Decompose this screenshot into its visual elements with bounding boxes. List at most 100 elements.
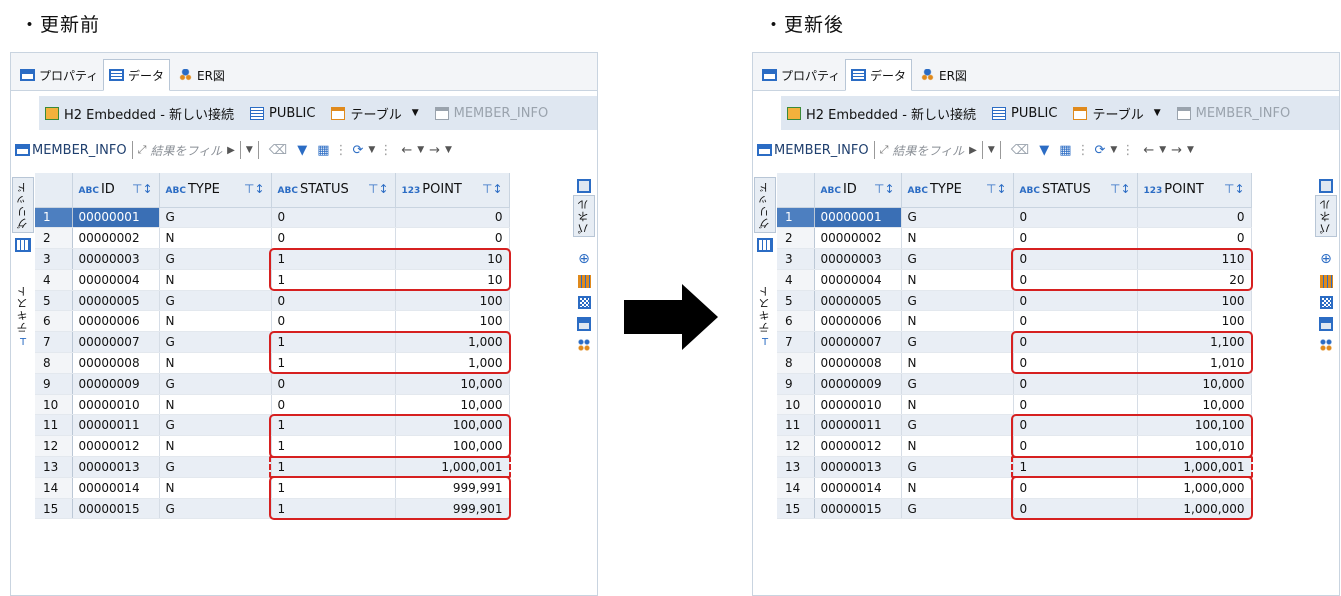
point-cell[interactable]: 100 [395, 310, 510, 333]
breadcrumb-schema[interactable]: PUBLIC [992, 106, 1057, 121]
column-filter-sort-icon[interactable]: ⊤↕ [986, 182, 1007, 196]
column-filter-sort-icon[interactable]: ⊤↕ [368, 182, 389, 196]
breadcrumb-tables[interactable]: テーブル ▼ [331, 104, 419, 123]
type-cell[interactable]: G [159, 373, 272, 395]
filter-history-dropdown-icon[interactable]: ▼ [246, 145, 253, 155]
breadcrumb-table[interactable]: MEMBER_INFO [434, 106, 548, 121]
id-cell[interactable]: 00000013 [72, 456, 160, 478]
references-icon[interactable] [578, 339, 590, 351]
type-cell[interactable]: N [159, 310, 272, 333]
type-cell[interactable]: N [901, 269, 1014, 291]
tab-er-diagram[interactable]: ER図 [915, 59, 972, 91]
column-header-id[interactable]: ABC ID ⊤↕ [72, 173, 160, 208]
type-cell[interactable]: N [901, 310, 1014, 333]
tab-er-diagram[interactable]: ER図 [173, 59, 230, 91]
status-cell[interactable]: 0 [271, 227, 396, 250]
filter-settings-icon[interactable]: ▦ [1059, 143, 1071, 158]
id-cell[interactable]: 00000006 [814, 310, 902, 333]
status-cell[interactable]: 0 [271, 310, 396, 333]
id-cell[interactable]: 00000001 [72, 207, 160, 229]
point-cell[interactable]: 0 [395, 227, 510, 250]
chevron-down-icon[interactable]: ▼ [1159, 145, 1166, 155]
type-cell[interactable]: N [901, 227, 1014, 250]
filter-input[interactable]: 結果をフィル [892, 142, 964, 159]
type-cell[interactable]: G [901, 414, 1014, 437]
tab-properties[interactable]: プロパティ [757, 59, 845, 91]
id-cell[interactable]: 00000010 [72, 394, 160, 416]
column-filter-sort-icon[interactable]: ⊤↕ [244, 182, 265, 196]
table-row[interactable]: 2 00000002 N 0 0 [777, 227, 1309, 250]
type-cell[interactable]: N [159, 435, 272, 458]
side-tab-text[interactable]: テキスト T [753, 285, 777, 348]
type-cell[interactable]: N [159, 227, 272, 250]
filter-history-dropdown-icon[interactable]: ▼ [988, 145, 995, 155]
point-cell[interactable]: 100 [1137, 310, 1252, 333]
status-cell[interactable]: 0 [271, 207, 396, 229]
column-filter-sort-icon[interactable]: ⊤↕ [1110, 182, 1131, 196]
type-cell[interactable]: N [901, 435, 1014, 458]
type-cell[interactable]: G [159, 290, 272, 312]
id-cell[interactable]: 00000015 [814, 498, 902, 520]
table-row[interactable]: 1 00000001 G 0 0 [35, 207, 567, 229]
type-cell[interactable]: G [901, 331, 1014, 354]
id-cell[interactable]: 00000010 [814, 394, 902, 416]
status-cell[interactable]: 0 [271, 373, 396, 395]
id-cell[interactable]: 00000012 [814, 435, 902, 458]
metadata-icon[interactable] [1319, 317, 1333, 331]
type-cell[interactable]: G [159, 414, 272, 437]
type-cell[interactable]: G [159, 331, 272, 354]
refresh-icon[interactable]: ⟳ [1094, 143, 1105, 158]
side-tab-grid[interactable]: グリッド [753, 177, 777, 252]
column-filter-sort-icon[interactable]: ⊤↕ [1224, 182, 1245, 196]
id-cell[interactable]: 00000003 [814, 248, 902, 270]
id-cell[interactable]: 00000014 [72, 477, 160, 499]
column-header-status[interactable]: ABC STATUS ⊤↕ [271, 173, 396, 208]
table-row[interactable]: 9 00000009 G 0 10,000 [35, 373, 567, 395]
table-row[interactable]: 1 00000001 G 0 0 [777, 207, 1309, 229]
table-row[interactable]: 6 00000006 N 0 100 [777, 310, 1309, 333]
type-cell[interactable]: G [901, 373, 1014, 395]
column-filter-sort-icon[interactable]: ⊤↕ [482, 182, 503, 196]
play-icon[interactable]: ▶ [969, 145, 977, 156]
side-tab-panels[interactable]: パネル [573, 195, 595, 237]
column-header-id[interactable]: ABC ID ⊤↕ [814, 173, 902, 208]
column-header-status[interactable]: ABC STATUS ⊤↕ [1013, 173, 1138, 208]
status-cell[interactable]: 0 [1013, 207, 1138, 229]
calc-icon[interactable] [1319, 275, 1333, 288]
table-row[interactable]: 2 00000002 N 0 0 [35, 227, 567, 250]
id-cell[interactable]: 00000008 [72, 352, 160, 374]
id-cell[interactable]: 00000015 [72, 498, 160, 520]
id-cell[interactable]: 00000003 [72, 248, 160, 270]
side-tab-grid[interactable]: グリッド [11, 177, 35, 252]
type-cell[interactable]: N [159, 477, 272, 499]
tab-data[interactable]: データ [845, 59, 913, 91]
forward-arrow-icon[interactable]: → [429, 143, 440, 158]
type-cell[interactable]: G [901, 290, 1014, 312]
id-cell[interactable]: 00000013 [814, 456, 902, 478]
eraser-icon[interactable]: ⌫ [1011, 143, 1029, 158]
grouping-icon[interactable] [1319, 296, 1333, 309]
filter-icon[interactable]: ▼ [297, 143, 307, 158]
point-cell[interactable]: 100 [395, 290, 510, 312]
type-cell[interactable]: G [901, 498, 1014, 520]
id-cell[interactable]: 00000009 [814, 373, 902, 395]
filter-icon[interactable]: ▼ [1039, 143, 1049, 158]
table-name-button[interactable]: MEMBER_INFO [15, 143, 127, 158]
side-tab-panels[interactable]: パネル [1315, 195, 1337, 237]
filter-settings-icon[interactable]: ▦ [317, 143, 329, 158]
table-row[interactable]: 5 00000005 G 0 100 [777, 290, 1309, 312]
column-filter-sort-icon[interactable]: ⊤↕ [874, 182, 895, 196]
type-cell[interactable]: G [159, 498, 272, 520]
point-cell[interactable]: 10,000 [1137, 394, 1252, 416]
breadcrumb-connection[interactable]: H2 Embedded - 新しい接続 [787, 104, 976, 123]
id-cell[interactable]: 00000005 [814, 290, 902, 312]
chevron-down-icon[interactable]: ▼ [417, 145, 424, 155]
column-filter-sort-icon[interactable]: ⊤↕ [132, 182, 153, 196]
type-cell[interactable]: N [901, 477, 1014, 499]
type-cell[interactable]: G [159, 456, 272, 478]
type-cell[interactable]: G [901, 248, 1014, 270]
status-cell[interactable]: 0 [1013, 373, 1138, 395]
metadata-icon[interactable] [577, 317, 591, 331]
status-cell[interactable]: 0 [1013, 227, 1138, 250]
eraser-icon[interactable]: ⌫ [269, 143, 287, 158]
